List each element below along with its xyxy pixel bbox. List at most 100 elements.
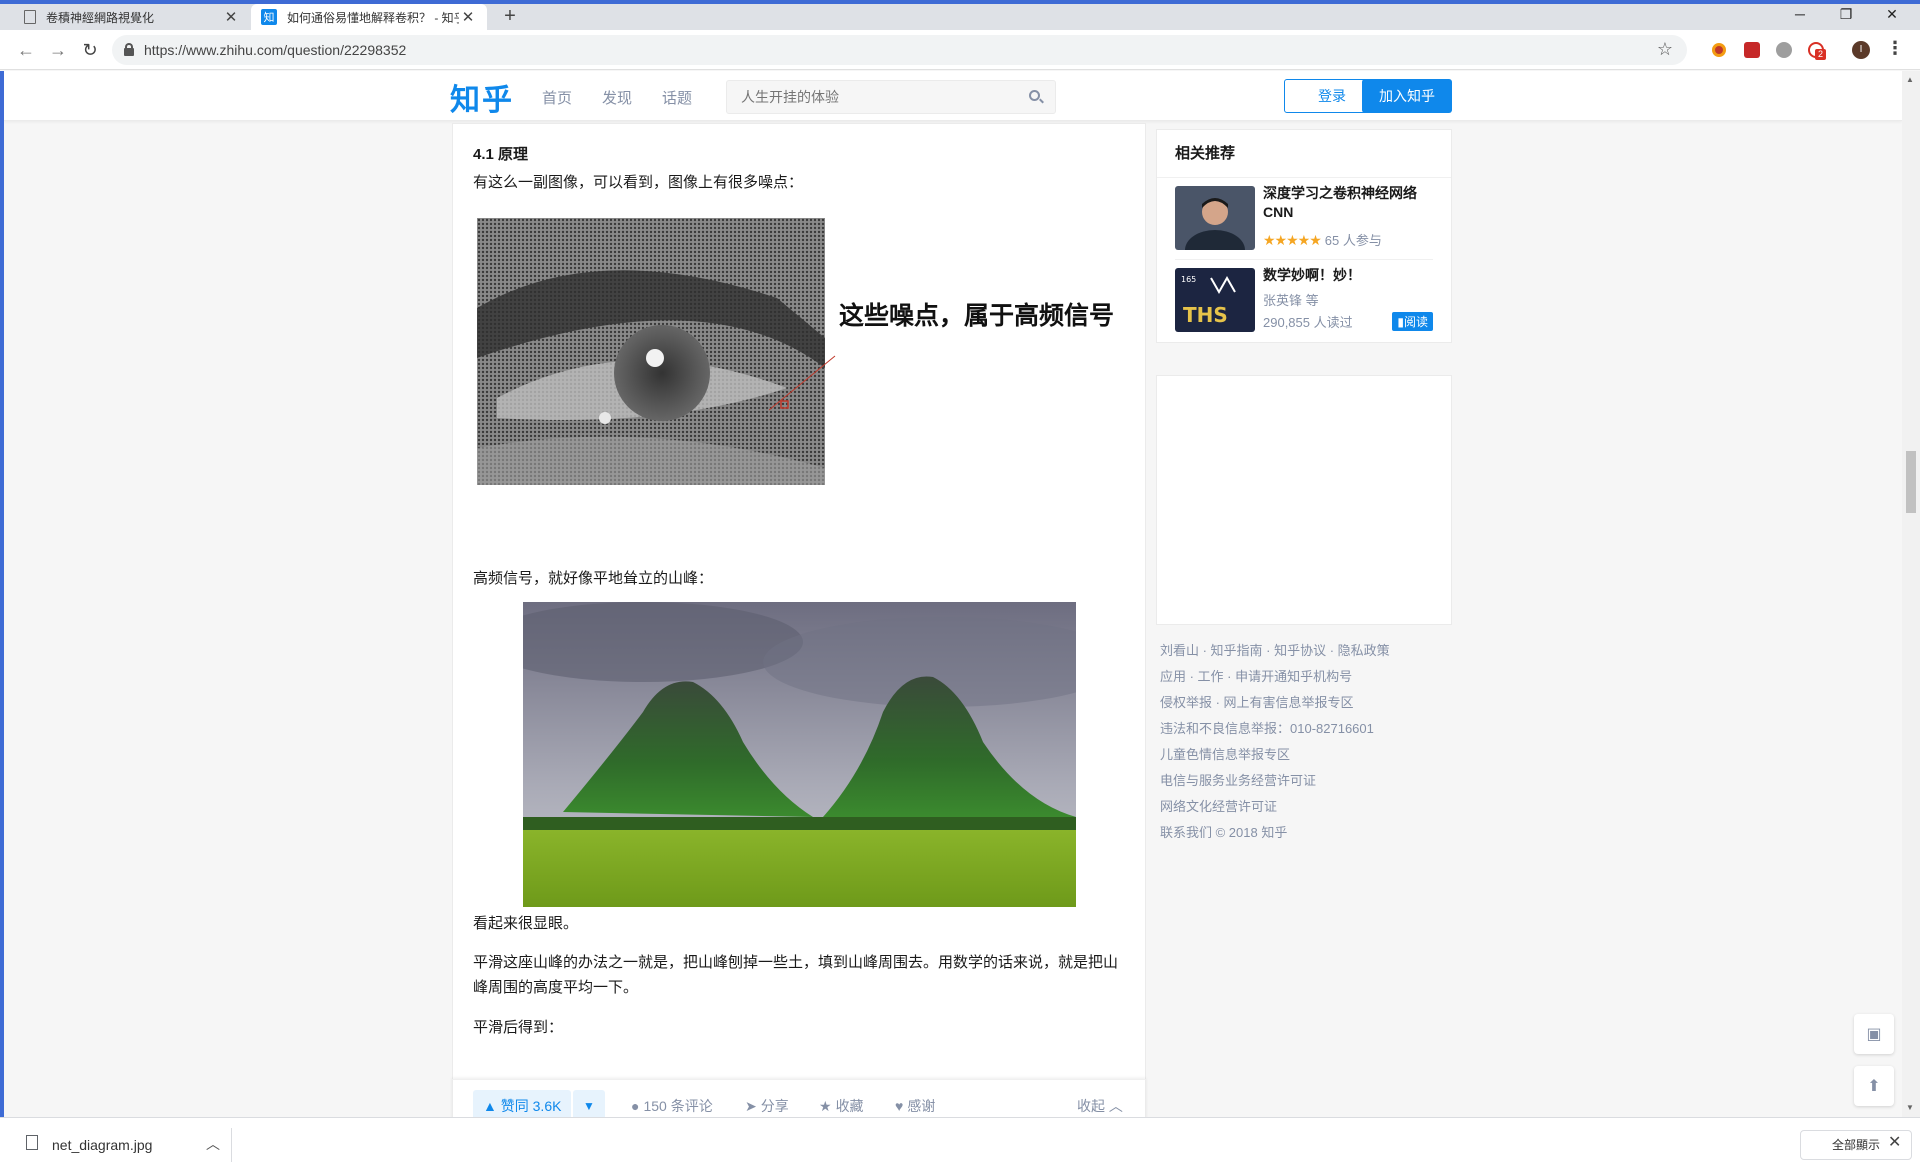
downvote-button[interactable]: ▼ <box>573 1090 605 1117</box>
back-to-top-icon[interactable]: ⬆ <box>1854 1066 1894 1106</box>
page-icon <box>24 10 36 24</box>
url-text[interactable]: https://www.zhihu.com/question/22298352 <box>144 42 406 58</box>
close-icon[interactable]: ✕ <box>1888 1132 1901 1152</box>
zhihu-favicon-icon: 知 <box>261 9 277 25</box>
paragraph: 看起来很显眼。 <box>473 915 579 932</box>
image-file-icon <box>26 1135 38 1150</box>
extension-icon[interactable] <box>1776 42 1792 58</box>
reload-icon[interactable]: ↻ <box>78 38 102 62</box>
star-icon: ★ <box>819 1098 832 1114</box>
zhihu-logo[interactable]: 知乎 <box>450 75 514 119</box>
sidebar-footer: 刘看山 · 知乎指南 · 知乎协议 · 隐私政策 应用 · 工作 · 申请开通知… <box>1160 638 1460 846</box>
tab-zhihu-convolution[interactable]: 知 如何通俗易懂地解释卷积？ - 知乎 ✕ <box>251 4 487 30</box>
share-button[interactable]: ➤ 分享 <box>745 1096 789 1116</box>
live-speaker-thumbnail <box>1175 186 1255 250</box>
back-arrow-icon[interactable]: ← <box>14 38 38 62</box>
search-box <box>726 80 1056 114</box>
comments-label: 150 条评论 <box>643 1098 713 1114</box>
nav-topics[interactable]: 话题 <box>662 87 692 108</box>
scroll-thumb[interactable] <box>1906 451 1916 513</box>
restore-button[interactable]: ❐ <box>1824 6 1868 23</box>
book-cover-thumbnail: 165 THS <box>1175 268 1255 332</box>
profile-avatar[interactable]: I <box>1852 41 1870 59</box>
page-viewport: 知乎 首页 发现 话题 登录 加入知乎 4.1 原理 有这么一副图像，可以看到，… <box>4 71 1920 1117</box>
new-tab-button[interactable]: + <box>498 5 522 28</box>
join-zhihu-button[interactable]: 加入知乎 <box>1362 79 1452 113</box>
recommendation-title: 数学妙啊！妙！ <box>1263 267 1361 283</box>
book-author: 张英锋 等 <box>1263 293 1319 308</box>
download-filename: net_diagram.jpg <box>52 1137 153 1153</box>
address-bar[interactable]: https://www.zhihu.com/question/22298352 … <box>112 35 1687 65</box>
footer-line[interactable]: 刘看山 · 知乎指南 · 知乎协议 · 隐私政策 <box>1160 638 1460 664</box>
sidebar-title: 相关推荐 <box>1157 130 1451 178</box>
footer-line[interactable]: 电信与服务业务经营许可证 <box>1160 768 1460 794</box>
inbox-icon[interactable]: ▣ <box>1854 1014 1894 1054</box>
zhihu-header: 知乎 首页 发现 话题 登录 加入知乎 <box>4 71 1902 121</box>
download-item[interactable]: net_diagram.jpg ︿ <box>20 1128 232 1162</box>
recommendation-item[interactable]: 深度学习之卷积神经网络CNN ★★★★★ 65 人参与 <box>1175 178 1433 260</box>
window-close-button[interactable]: ✕ <box>1870 6 1914 23</box>
svg-text:THS: THS <box>1183 303 1228 327</box>
footer-line[interactable]: 侵权举报 · 网上有害信息举报专区 <box>1160 690 1460 716</box>
answer-action-bar: ▲ 赞同 3.6K ▼ ● 150 条评论 ➤ 分享 ★ 收藏 ♥ 感谢 收起 ︿ <box>452 1079 1146 1117</box>
collapse-button[interactable]: 收起 ︿ <box>1077 1096 1123 1116</box>
favorite-label: 收藏 <box>835 1098 864 1114</box>
recommendation-title: 深度学习之卷积神经网络CNN <box>1263 185 1417 220</box>
thanks-button[interactable]: ♥ 感谢 <box>895 1096 935 1116</box>
comments-button[interactable]: ● 150 条评论 <box>631 1096 713 1116</box>
lock-icon <box>124 43 134 56</box>
nav-home[interactable]: 首页 <box>542 87 572 108</box>
minimize-button[interactable]: ─ <box>1778 6 1822 22</box>
scroll-up-arrow-icon[interactable]: ▲ <box>1906 75 1914 84</box>
downvote-arrow-icon: ▼ <box>583 1099 595 1113</box>
upvote-button[interactable]: ▲ 赞同 3.6K <box>473 1090 572 1117</box>
scroll-down-arrow-icon[interactable]: ▼ <box>1906 1103 1914 1112</box>
browser-menu-icon[interactable]: ⋮ <box>1886 38 1904 59</box>
forward-arrow-icon[interactable]: → <box>46 38 70 62</box>
page-scrollbar[interactable]: ▲ ▼ <box>1902 71 1920 1117</box>
search-icon[interactable] <box>1029 90 1044 104</box>
collapse-label: 收起 <box>1077 1098 1105 1114</box>
footer-line[interactable]: 网络文化经营许可证 <box>1160 794 1460 820</box>
paragraph: 高频信号，就好像平地耸立的山峰： <box>473 570 714 587</box>
upvote-arrow-icon: ▲ <box>483 1098 501 1114</box>
answer-card: 4.1 原理 有这么一副图像，可以看到，图像上有很多噪点： 这些噪点，属于高频信… <box>452 123 1146 1117</box>
chevron-up-icon: ︿ <box>1105 1098 1123 1114</box>
read-button[interactable]: ▮阅读 <box>1392 312 1433 331</box>
nav-explore[interactable]: 发现 <box>602 87 632 108</box>
comment-icon: ● <box>631 1098 640 1114</box>
favorite-button[interactable]: ★ 收藏 <box>819 1096 864 1116</box>
readers-count: 290,855 人读过 <box>1263 315 1353 330</box>
extension-badge: 2 <box>1815 49 1826 60</box>
paragraph: 有这么一副图像，可以看到，图像上有很多噪点： <box>473 174 804 191</box>
chevron-up-icon[interactable]: ︿ <box>206 1134 220 1154</box>
extension-icon[interactable] <box>1712 43 1726 57</box>
close-icon[interactable]: ✕ <box>222 8 240 26</box>
tab-cnn-visualization[interactable]: 卷積神經網路視覺化 ✕ <box>14 4 250 30</box>
rating-stars-icon: ★★★★★ <box>1263 232 1322 248</box>
download-shelf: net_diagram.jpg ︿ 全部顯示 ✕ <box>0 1117 1920 1170</box>
related-recommendations: 相关推荐 深度学习之卷积神经网络CNN ★★★★★ 65 人参与 165 THS… <box>1156 129 1452 343</box>
recommendation-item[interactable]: 165 THS 数学妙啊！妙！ 张英锋 等 290,855 人读过 ▮阅读 <box>1175 260 1433 342</box>
footer-line[interactable]: 违法和不良信息举报：010-82716601 <box>1160 716 1460 742</box>
share-label: 分享 <box>760 1098 789 1114</box>
image-annotation: 这些噪点，属于高频信号 <box>839 301 1115 330</box>
thanks-label: 感谢 <box>907 1098 936 1114</box>
extension-icon[interactable] <box>1744 42 1760 58</box>
footer-line[interactable]: 应用 · 工作 · 申请开通知乎机构号 <box>1160 664 1460 690</box>
svg-text:165: 165 <box>1181 275 1196 284</box>
search-input[interactable] <box>727 81 1007 113</box>
annotation-pointer <box>769 355 836 411</box>
footer-line[interactable]: 儿童色情信息举报专区 <box>1160 742 1460 768</box>
close-icon[interactable]: ✕ <box>459 8 477 26</box>
tab-title: 卷積神經網路視覺化 <box>46 10 155 25</box>
ad-slot <box>1156 375 1452 625</box>
footer-line[interactable]: 联系我们 © 2018 知乎 <box>1160 820 1460 846</box>
mountain-landscape-image[interactable] <box>523 602 1076 907</box>
extension-icon[interactable]: 2 <box>1808 42 1826 60</box>
bookmark-star-icon[interactable]: ☆ <box>1657 39 1673 60</box>
section-heading: 4.1 原理 <box>473 146 529 163</box>
tab-strip: 卷積神經網路視覺化 ✕ 知 如何通俗易懂地解释卷积？ - 知乎 ✕ + ─ ❐ … <box>0 4 1920 30</box>
book-icon: ▮ <box>1397 315 1404 329</box>
read-label: 阅读 <box>1403 315 1428 329</box>
